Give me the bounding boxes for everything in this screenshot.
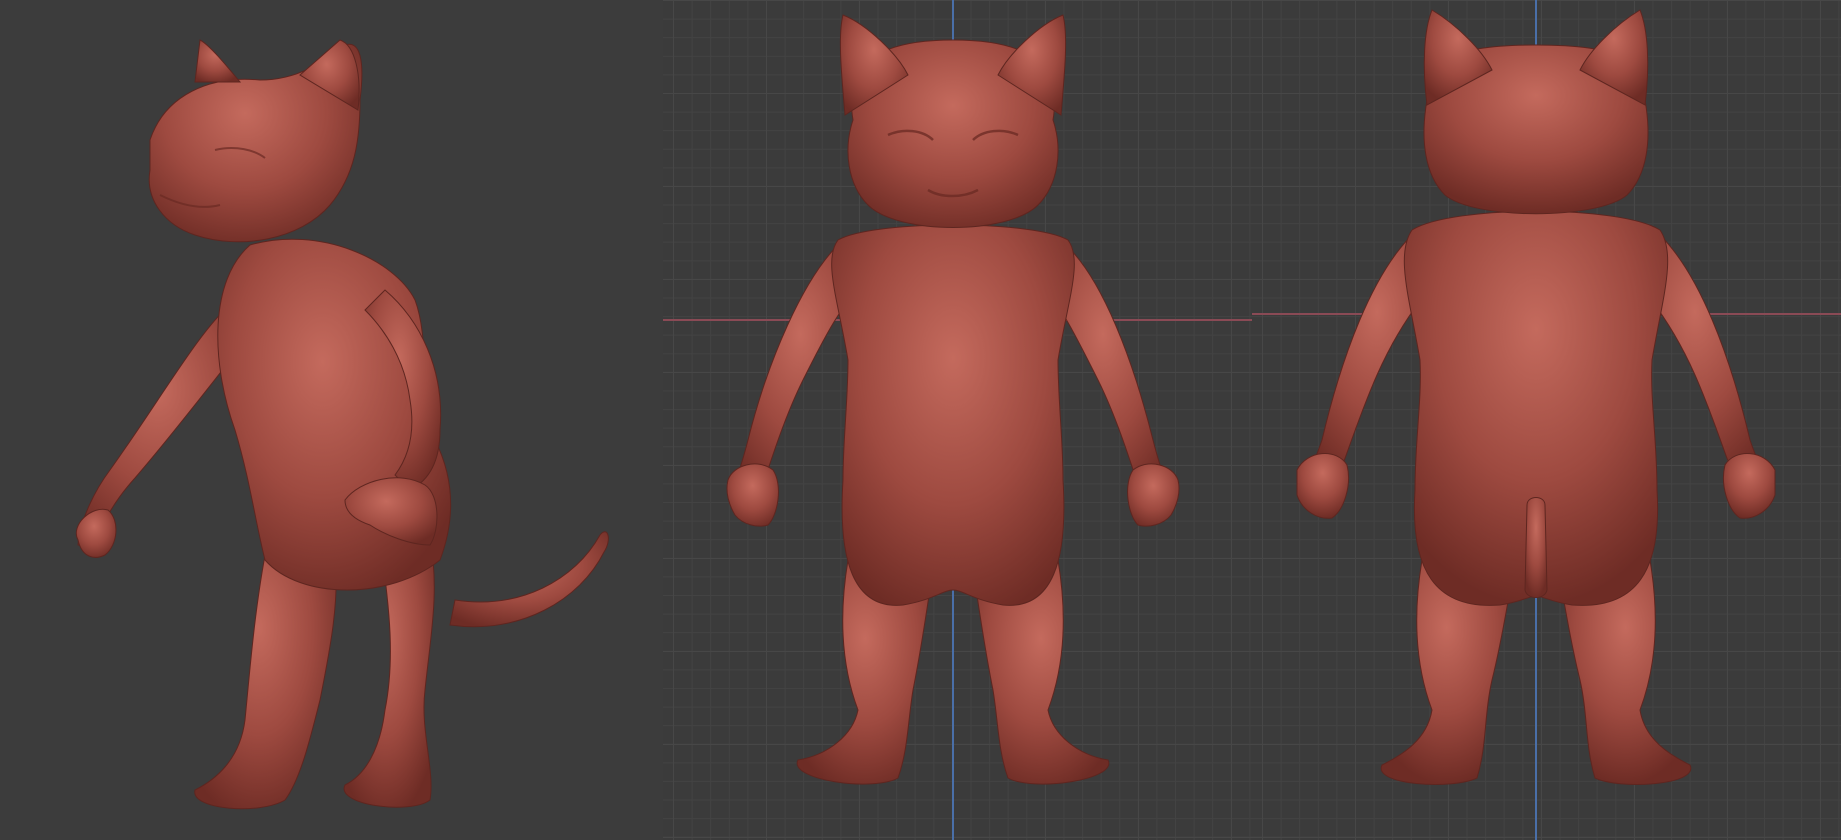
viewport-row [0,0,1841,840]
cat-model-front[interactable] [663,0,1252,840]
cat-model-perspective[interactable] [0,0,663,840]
left-hand [726,463,779,527]
back-viewport[interactable] [1252,0,1841,840]
left-hand [1296,453,1349,519]
left-ear [194,39,242,83]
right-hand [1723,453,1776,519]
right-hand [1127,463,1180,527]
perspective-viewport[interactable] [0,0,663,840]
cat-model-back[interactable] [1252,0,1841,840]
tail [449,531,609,628]
torso [831,224,1075,606]
front-viewport[interactable] [663,0,1252,840]
left-hand [75,508,117,558]
tail-stub [1524,497,1548,598]
